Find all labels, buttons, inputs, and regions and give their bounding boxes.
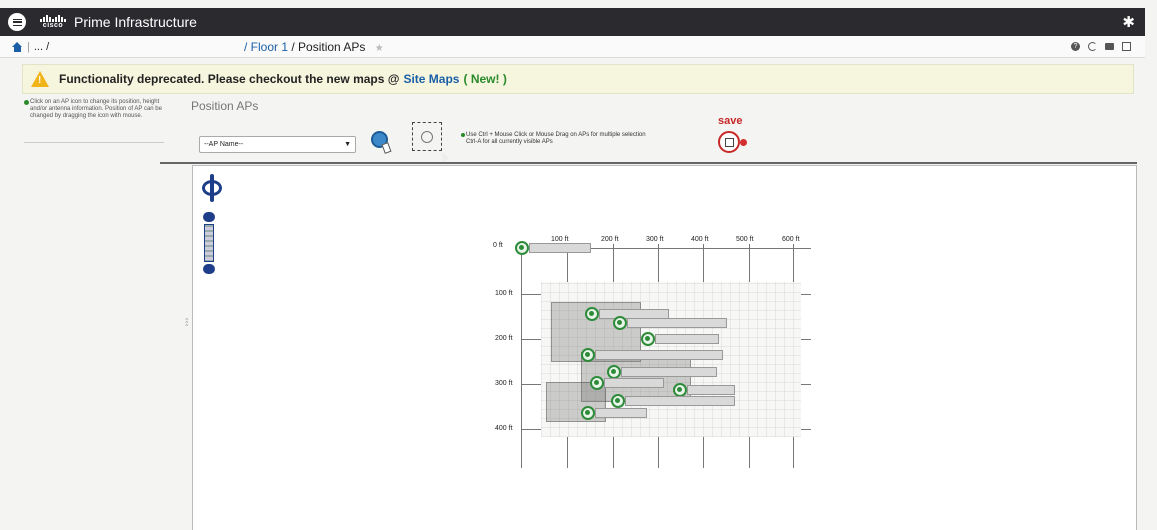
- page-utility-icons: ?: [1071, 42, 1131, 51]
- access-point-icon[interactable]: [590, 376, 604, 390]
- y-tick: 200 ft: [495, 335, 513, 342]
- refresh-icon[interactable]: [1088, 42, 1097, 51]
- hamburger-menu-icon[interactable]: [8, 13, 26, 31]
- access-point-icon[interactable]: [641, 332, 655, 346]
- ap-name-label: [627, 318, 727, 328]
- help-text: Click on an AP icon to change its positi…: [24, 99, 164, 143]
- ap-name-label: [625, 396, 735, 406]
- x-tick: 600 ft: [782, 236, 800, 243]
- zoom-in-button[interactable]: [203, 212, 215, 222]
- access-point-icon: [421, 130, 433, 143]
- x-tick: 0 ft: [493, 242, 503, 249]
- section-title: Position APs: [191, 99, 259, 113]
- zoom-slider[interactable]: [203, 212, 215, 274]
- breadcrumb-current-page: / Position APs: [291, 39, 366, 54]
- access-point-icon[interactable]: [607, 365, 621, 379]
- app-title: Prime Infrastructure: [74, 14, 197, 30]
- ap-name-label: [595, 350, 723, 360]
- warning-icon: !: [31, 71, 49, 87]
- access-point-icon[interactable]: [585, 307, 599, 321]
- window-icon[interactable]: [1122, 42, 1131, 51]
- access-point-icon[interactable]: [581, 348, 595, 362]
- x-tick: 100 ft: [551, 236, 569, 243]
- ap-name-select-value: --AP Name--: [204, 141, 244, 148]
- help-icon[interactable]: ?: [1071, 42, 1080, 51]
- unsaved-indicator: [740, 139, 747, 146]
- multi-select-tool[interactable]: [412, 122, 442, 151]
- add-ap-icon[interactable]: [371, 131, 388, 148]
- x-tick: 200 ft: [601, 236, 619, 243]
- y-tick: 300 ft: [495, 380, 513, 387]
- new-badge: ( New! ): [463, 72, 507, 86]
- breadcrumb-ellipsis[interactable]: ... /: [34, 41, 49, 53]
- top-navigation-bar: cisco Prime Infrastructure ✱: [0, 8, 1145, 36]
- home-icon[interactable]: [12, 41, 23, 52]
- selection-hint: Use Ctrl + Mouse Click or Mouse Drag on …: [461, 132, 646, 146]
- floor-plan-image: 0 ft 100 ft 200 ft 300 ft 400 ft 500 ft …: [493, 228, 813, 468]
- gear-icon[interactable]: ✱: [1122, 13, 1135, 31]
- ap-name-label: [621, 367, 717, 377]
- selection-hint-line2: Ctrl-A for all currently visible APs: [466, 139, 553, 145]
- save-label: save: [718, 115, 743, 127]
- comment-icon[interactable]: [1105, 43, 1114, 50]
- breadcrumb-path: / Floor 1 / Position APs ★: [244, 40, 384, 54]
- mouse-cursor-icon: [438, 150, 450, 163]
- access-point-icon[interactable]: [515, 241, 529, 255]
- ap-name-label: [655, 334, 719, 344]
- y-tick: 100 ft: [495, 290, 513, 297]
- cisco-logo: cisco: [38, 13, 68, 31]
- site-maps-link[interactable]: Site Maps: [403, 72, 459, 86]
- access-point-icon[interactable]: [611, 394, 625, 408]
- access-point-icon[interactable]: [673, 383, 687, 397]
- star-icon[interactable]: ★: [375, 43, 384, 54]
- ap-name-label: [595, 408, 647, 418]
- access-point-icon[interactable]: [613, 316, 627, 330]
- ap-name-label: [529, 243, 591, 253]
- ap-name-label: [604, 378, 664, 388]
- save-button[interactable]: [718, 131, 740, 153]
- y-tick: 400 ft: [495, 425, 513, 432]
- deprecation-banner: ! Functionality deprecated. Please check…: [22, 64, 1134, 94]
- ap-name-label: [687, 385, 735, 395]
- pan-control-icon[interactable]: [201, 174, 223, 202]
- x-tick: 300 ft: [646, 236, 664, 243]
- collapse-panel-icon[interactable]: ‹‹‹: [183, 318, 189, 327]
- ap-name-select[interactable]: --AP Name-- ▼: [199, 136, 356, 153]
- breadcrumb: | ... / / Floor 1 / Position APs ★ ?: [0, 36, 1145, 58]
- chevron-down-icon: ▼: [344, 141, 351, 148]
- breadcrumb-separator: |: [27, 40, 30, 53]
- x-tick: 500 ft: [736, 236, 754, 243]
- access-point-icon[interactable]: [581, 406, 595, 420]
- save-icon: [724, 137, 734, 147]
- selection-hint-line1: Use Ctrl + Mouse Click or Mouse Drag on …: [466, 132, 646, 138]
- deprecation-message: Functionality deprecated. Please checkou…: [59, 72, 400, 86]
- breadcrumb-floor-link[interactable]: / Floor 1: [244, 40, 288, 54]
- x-tick: 400 ft: [691, 236, 709, 243]
- zoom-out-button[interactable]: [203, 264, 215, 274]
- floor-map-canvas[interactable]: 0 ft 100 ft 200 ft 300 ft 400 ft 500 ft …: [192, 165, 1137, 530]
- zoom-track[interactable]: [204, 224, 214, 262]
- toolbar-divider: [160, 162, 1137, 164]
